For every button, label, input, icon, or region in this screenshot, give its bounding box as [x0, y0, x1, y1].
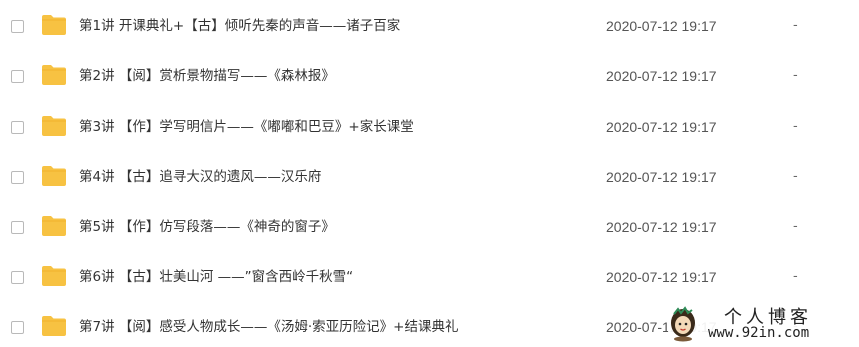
file-date: 2020-07-12 19:17	[606, 219, 717, 235]
file-size: -	[793, 169, 798, 184]
row-checkbox[interactable]	[11, 20, 24, 33]
file-name[interactable]: 第1讲 开课典礼+【古】倾听先秦的声音——诸子百家	[79, 17, 400, 35]
file-size: -	[793, 68, 798, 83]
file-date: 2020-07-12 19:17	[606, 119, 717, 135]
watermark-logo-icon	[671, 306, 695, 342]
file-row[interactable]: 第1讲 开课典礼+【古】倾听先秦的声音——诸子百家 2020-07-12 19:…	[0, 10, 859, 46]
file-name[interactable]: 第2讲 【阅】赏析景物描写——《森林报》	[79, 67, 335, 85]
watermark: 个人博客 www.92in.com	[668, 302, 859, 347]
file-row[interactable]: 第4讲 【古】追寻大汉的遗风——汉乐府 2020-07-12 19:17 -	[0, 161, 859, 197]
file-row[interactable]: 第2讲 【阅】赏析景物描写——《森林报》 2020-07-12 19:17 -	[0, 60, 859, 96]
file-size: -	[793, 119, 798, 134]
file-date: 2020-07-12 19:17	[606, 68, 717, 84]
folder-icon	[42, 216, 66, 236]
watermark-url: www.92in.com	[708, 325, 810, 341]
row-checkbox[interactable]	[11, 70, 24, 83]
file-size: -	[793, 18, 798, 33]
row-checkbox[interactable]	[11, 171, 24, 184]
file-row[interactable]: 第5讲 【作】仿写段落——《神奇的窗子》 2020-07-12 19:17 -	[0, 211, 859, 247]
folder-icon	[42, 166, 66, 186]
file-row[interactable]: 第6讲 【古】壮美山河 ——”窗含西岭千秋雪“ 2020-07-12 19:17…	[0, 261, 859, 297]
file-date: 2020-07-12 19:17	[606, 169, 717, 185]
file-name[interactable]: 第3讲 【作】学写明信片——《嘟嘟和巴豆》+家长课堂	[79, 118, 414, 136]
folder-icon	[42, 65, 66, 85]
file-date: 2020-07-12 19:17	[606, 269, 717, 285]
file-row[interactable]: 第3讲 【作】学写明信片——《嘟嘟和巴豆》+家长课堂 2020-07-12 19…	[0, 111, 859, 147]
file-name[interactable]: 第6讲 【古】壮美山河 ——”窗含西岭千秋雪“	[79, 268, 353, 286]
row-checkbox[interactable]	[11, 321, 24, 334]
folder-icon	[42, 116, 66, 136]
folder-icon	[42, 316, 66, 336]
file-date: 2020-07-12 19:17	[606, 18, 717, 34]
file-size: -	[793, 219, 798, 234]
row-checkbox[interactable]	[11, 221, 24, 234]
file-list: 第1讲 开课典礼+【古】倾听先秦的声音——诸子百家 2020-07-12 19:…	[0, 0, 859, 347]
row-checkbox[interactable]	[11, 271, 24, 284]
file-size: -	[793, 269, 798, 284]
row-checkbox[interactable]	[11, 121, 24, 134]
file-name[interactable]: 第5讲 【作】仿写段落——《神奇的窗子》	[79, 218, 335, 236]
file-name[interactable]: 第4讲 【古】追寻大汉的遗风——汉乐府	[79, 168, 321, 186]
folder-icon	[42, 266, 66, 286]
file-name[interactable]: 第7讲 【阅】感受人物成长——《汤姆·索亚历险记》+结课典礼	[79, 318, 458, 336]
folder-icon	[42, 15, 66, 35]
